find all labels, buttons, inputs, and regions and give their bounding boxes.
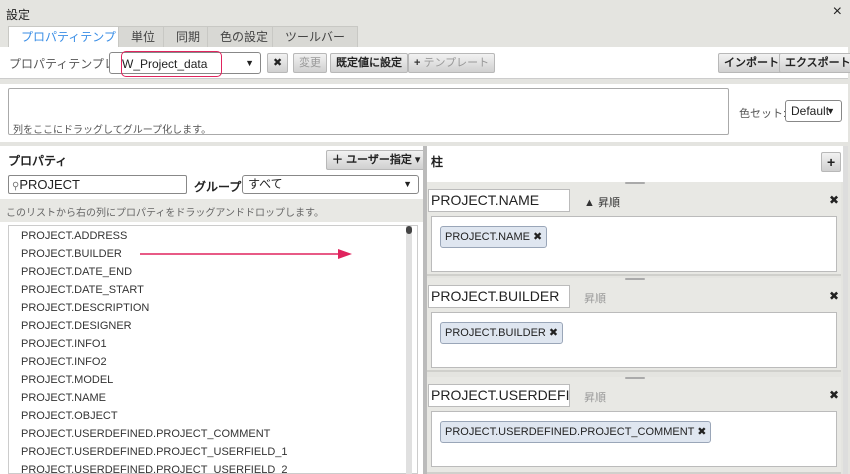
add-template-label: テンプレート: [423, 57, 490, 69]
column-drop-box[interactable]: PROJECT.BUILDER ✖: [431, 312, 837, 368]
sort-toggle[interactable]: ▲ 昇順: [584, 194, 620, 210]
column-drop-box[interactable]: PROJECT.USERDEFINED.PROJECT_COMMENT ✖: [431, 411, 837, 467]
drag-handle[interactable]: [625, 377, 645, 379]
user-defined-button[interactable]: ＋ ユーザー指定 ▾: [326, 150, 427, 170]
property-list-item[interactable]: PROJECT.DATE_START: [9, 281, 417, 299]
remove-chip-icon[interactable]: ✖: [533, 231, 542, 243]
property-list-item[interactable]: PROJECT.NAME: [9, 389, 417, 407]
property-list: PROJECT.ADDRESS PROJECT.BUILDER PROJECT.DA…: [8, 225, 418, 474]
column-group: PROJECT.USERDEFINED.PROJECT_COMMENT 昇順 ✖…: [427, 377, 841, 474]
group-drop-zone[interactable]: 列をここにドラッグしてグループ化します。: [8, 88, 729, 136]
import-button[interactable]: インポート: [718, 53, 785, 73]
group-select[interactable]: すべて ▼: [242, 175, 419, 194]
property-chip: PROJECT.NAME ✖: [440, 226, 548, 248]
property-chip: PROJECT.USERDEFINED.PROJECT_COMMENT ✖: [440, 421, 712, 443]
property-list-item[interactable]: PROJECT.DESIGNER: [9, 317, 417, 335]
property-list-item[interactable]: PROJECT.DATE_END: [9, 263, 417, 281]
scrollbar[interactable]: [406, 226, 412, 474]
remove-chip-icon[interactable]: ✖: [549, 327, 558, 339]
column-name-input[interactable]: PROJECT.NAME: [428, 189, 570, 212]
properties-hint: このリストから右の列にプロパティをドラッグアンドドロップします。: [0, 199, 423, 222]
chevron-down-icon: ▼: [403, 179, 412, 189]
chip-label: PROJECT.BUILDER: [445, 327, 546, 339]
chip-label: PROJECT.NAME: [445, 231, 530, 243]
group-hint: 列をここにドラッグしてグループ化します。: [13, 125, 212, 136]
grouping-area: 列をここにドラッグしてグループ化します。 色セット: Default ▼: [0, 84, 848, 142]
properties-panel: プロパティ ＋ ユーザー指定 ▾ ⚲PROJECT グループ: すべて ▼ この…: [0, 146, 427, 474]
property-list-item[interactable]: PROJECT.INFO2: [9, 353, 417, 371]
add-template-button[interactable]: + テンプレート: [408, 53, 496, 73]
property-chip: PROJECT.BUILDER ✖: [440, 322, 564, 344]
color-set-select[interactable]: Default ▼: [785, 100, 842, 122]
property-list-item[interactable]: PROJECT.USERDEFINED.PROJECT_USERFIELD_1: [9, 443, 417, 461]
property-list-item[interactable]: PROJECT.INFO1: [9, 335, 417, 353]
property-list-item[interactable]: PROJECT.USERDEFINED.PROJECT_COMMENT: [9, 425, 417, 443]
property-list-item[interactable]: PROJECT.OBJECT: [9, 407, 417, 425]
column-drop-box[interactable]: PROJECT.NAME ✖: [431, 216, 837, 272]
column-group: PROJECT.NAME ▲ 昇順 ✖ PROJECT.NAME ✖: [427, 182, 841, 276]
chevron-down-icon: ▼: [245, 58, 254, 68]
properties-title: プロパティ: [8, 154, 68, 168]
property-list-item[interactable]: PROJECT.DESCRIPTION: [9, 299, 417, 317]
scrollbar[interactable]: [843, 146, 848, 474]
set-default-button[interactable]: 既定値に設定: [330, 53, 408, 73]
tab-toolbar[interactable]: ツールバー: [272, 26, 359, 47]
change-button[interactable]: 変更: [293, 53, 327, 73]
delete-template-button[interactable]: ✖: [267, 53, 288, 73]
property-list-item[interactable]: PROJECT.MODEL: [9, 371, 417, 389]
user-defined-label: ユーザー指定: [346, 154, 412, 166]
drag-arrow: [140, 249, 352, 259]
window-title: 設定: [6, 8, 31, 22]
tab-color-settings[interactable]: 色の設定: [207, 26, 282, 47]
columns-header: 柱 +: [427, 146, 848, 182]
column-name-input[interactable]: PROJECT.BUILDER: [428, 285, 570, 308]
column-group: PROJECT.BUILDER 昇順 ✖ PROJECT.BUILDER ✖: [427, 278, 841, 372]
group-value: すべて: [248, 177, 283, 191]
chip-label: PROJECT.USERDEFINED.PROJECT_COMMENT: [445, 426, 695, 438]
scrollbar-thumb[interactable]: [406, 226, 412, 234]
remove-column-icon[interactable]: ✖: [829, 289, 839, 303]
drag-handle[interactable]: [625, 278, 645, 280]
drag-handle[interactable]: [625, 182, 645, 184]
columns-title: 柱: [431, 155, 444, 169]
search-value: PROJECT: [19, 177, 80, 192]
remove-column-icon[interactable]: ✖: [829, 193, 839, 207]
property-list-item[interactable]: PROJECT.ADDRESS: [9, 227, 417, 245]
toolbar: プロパティテンプレート: W_Project_data ▼ ✖ 変更 既定値に設…: [0, 47, 850, 79]
tab-units[interactable]: 単位: [118, 26, 169, 47]
group-label: グループ:: [194, 180, 246, 194]
remove-column-icon[interactable]: ✖: [829, 388, 839, 402]
property-search-input[interactable]: ⚲PROJECT: [8, 175, 187, 194]
column-name-input[interactable]: PROJECT.USERDEFINED.PROJECT_COMMENT: [428, 384, 570, 407]
chevron-down-icon: ▼: [826, 106, 835, 116]
color-set-value: Default: [791, 104, 830, 118]
export-button[interactable]: エクスポート: [779, 53, 850, 73]
highlight-box: [121, 51, 222, 77]
remove-chip-icon[interactable]: ✖: [697, 426, 706, 438]
property-list-item[interactable]: PROJECT.USERDEFINED.PROJECT_USERFIELD_2: [9, 461, 417, 473]
tab-sync[interactable]: 同期: [163, 26, 214, 47]
sort-toggle[interactable]: 昇順: [584, 389, 606, 405]
sort-toggle[interactable]: 昇順: [584, 290, 606, 306]
close-icon[interactable]: ×: [833, 3, 842, 21]
color-set-label: 色セット:: [739, 108, 787, 120]
add-column-button[interactable]: +: [821, 152, 841, 172]
